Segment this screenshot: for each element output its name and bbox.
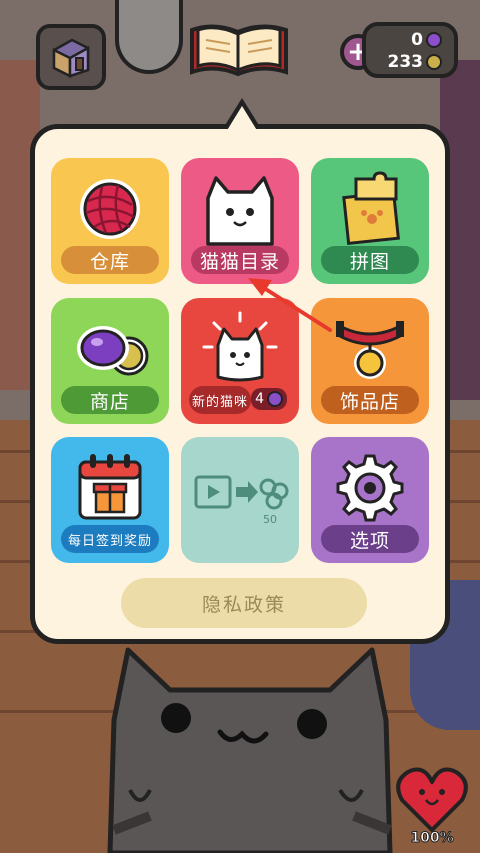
coin-icon [426, 54, 442, 70]
tile-accessory-shop[interactable]: 饰品店 [311, 298, 429, 424]
privacy-policy-button[interactable]: 隐私政策 [121, 578, 367, 628]
health-percent: 100% [410, 830, 453, 844]
new-cat-icon [202, 311, 278, 382]
gem-icon [426, 32, 442, 48]
tile-daily-reward[interactable]: 每日签到奖励 [51, 437, 169, 563]
gem-coin-icon [77, 326, 149, 376]
tile-options[interactable]: 选项 [311, 437, 429, 563]
tile-cat-catalog-label: 猫猫目录 [191, 246, 289, 274]
cat-catalog-icon [206, 176, 274, 246]
new-cats-price: 4 [255, 391, 264, 407]
new-cats-price-badge: 4 [251, 388, 287, 410]
gem-counter: 0 [411, 30, 442, 50]
gem-icon [267, 391, 283, 407]
pipe [115, 0, 183, 74]
tile-options-label: 选项 [321, 525, 419, 553]
tile-shop[interactable]: 商店 [51, 298, 169, 424]
ad-video-reward-icon: 50 [194, 475, 289, 526]
gear-icon [336, 454, 404, 522]
house-icon [52, 38, 90, 79]
health-heart-icon[interactable]: 100% [394, 764, 470, 844]
calendar-gift-icon [78, 454, 142, 520]
tile-storage[interactable]: 仓库 [51, 158, 169, 284]
ad-reward-amount: 50 [263, 513, 277, 526]
cat-character[interactable] [90, 640, 410, 853]
panel-pointer-fill [226, 106, 258, 132]
tile-daily-reward-label: 每日签到奖励 [61, 525, 159, 553]
house-button[interactable] [36, 24, 106, 90]
coin-counter: 233 [387, 52, 442, 72]
tile-puzzle-label: 拼图 [321, 246, 419, 274]
tile-shop-label: 商店 [61, 386, 159, 414]
tile-puzzle[interactable]: 拼图 [311, 158, 429, 284]
gem-count: 0 [411, 30, 423, 50]
tile-accessory-shop-label: 饰品店 [321, 386, 419, 414]
tile-new-cats[interactable]: 新的猫咪 4 [181, 298, 299, 424]
tile-cat-catalog[interactable]: 猫猫目录 [181, 158, 299, 284]
coin-count: 233 [387, 52, 424, 72]
cat-book-icon [190, 24, 288, 77]
cat-book-button[interactable] [186, 20, 292, 82]
tile-storage-label: 仓库 [61, 246, 159, 274]
currency-panel: 0 233 [362, 22, 458, 78]
collar-icon [336, 321, 404, 379]
tile-ad-reward[interactable]: 50 [181, 437, 299, 563]
yarn-ball-icon [80, 179, 140, 239]
puzzle-icon [342, 171, 401, 246]
tile-new-cats-label: 新的猫咪 [189, 386, 251, 414]
